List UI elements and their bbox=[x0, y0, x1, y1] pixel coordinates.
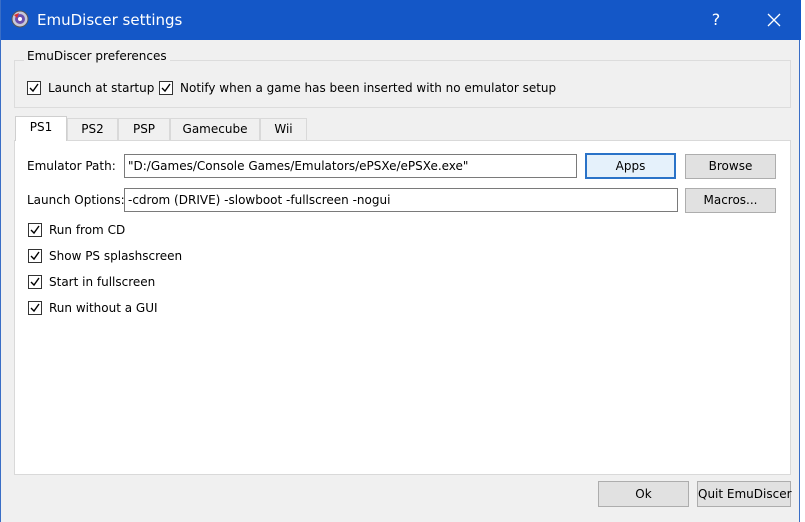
title-bar[interactable]: EmuDiscer settings ? bbox=[1, 0, 801, 40]
checkmark-icon bbox=[30, 277, 40, 287]
checkbox-box[interactable] bbox=[27, 81, 41, 95]
show-splashscreen-label: Show PS splashscreen bbox=[49, 249, 183, 263]
launch-options-label: Launch Options: bbox=[27, 193, 125, 207]
ok-button[interactable]: Ok bbox=[598, 481, 689, 507]
tab-ps1[interactable]: PS1 bbox=[15, 116, 67, 141]
window-title: EmuDiscer settings bbox=[37, 11, 183, 29]
checkbox-box[interactable] bbox=[28, 223, 42, 237]
checkbox-box[interactable] bbox=[159, 81, 173, 95]
help-button[interactable]: ? bbox=[701, 8, 731, 32]
emulator-path-input[interactable]: "D:/Games/Console Games/Emulators/ePSXe/… bbox=[124, 154, 577, 178]
checkbox-box[interactable] bbox=[28, 275, 42, 289]
macros-button[interactable]: Macros... bbox=[685, 188, 776, 213]
checkmark-icon bbox=[30, 303, 40, 313]
tab-wii[interactable]: Wii bbox=[260, 118, 307, 140]
tab-gamecube[interactable]: Gamecube bbox=[170, 118, 260, 140]
browse-button[interactable]: Browse bbox=[685, 154, 776, 179]
checkmark-icon bbox=[30, 225, 40, 235]
close-icon bbox=[767, 13, 781, 27]
run-without-gui-label: Run without a GUI bbox=[49, 301, 158, 315]
notify-no-emulator-checkbox[interactable]: Notify when a game has been inserted wit… bbox=[159, 81, 556, 95]
emulator-path-label: Emulator Path: bbox=[27, 159, 116, 173]
apps-button[interactable]: Apps bbox=[585, 153, 676, 179]
quit-button[interactable]: Quit EmuDiscer bbox=[697, 481, 792, 507]
start-fullscreen-label: Start in fullscreen bbox=[49, 275, 156, 289]
launch-at-startup-checkbox[interactable]: Launch at startup bbox=[27, 81, 154, 95]
settings-window: EmuDiscer settings ? EmuDiscer preferenc… bbox=[0, 0, 801, 522]
checkmark-icon bbox=[29, 83, 39, 93]
tab-ps2[interactable]: PS2 bbox=[67, 118, 118, 140]
app-disc-icon bbox=[11, 10, 29, 28]
close-button[interactable] bbox=[759, 8, 789, 32]
preferences-group-title: EmuDiscer preferences bbox=[24, 49, 170, 63]
launch-at-startup-label: Launch at startup bbox=[48, 81, 155, 95]
start-fullscreen-checkbox[interactable]: Start in fullscreen bbox=[28, 275, 155, 289]
run-without-gui-checkbox[interactable]: Run without a GUI bbox=[28, 301, 158, 315]
launch-options-input[interactable]: -cdrom (DRIVE) -slowboot -fullscreen -no… bbox=[124, 188, 678, 212]
notify-no-emulator-label: Notify when a game has been inserted wit… bbox=[180, 81, 557, 95]
checkmark-icon bbox=[161, 83, 171, 93]
background-window-edge bbox=[800, 0, 805, 522]
checkmark-icon bbox=[30, 251, 40, 261]
tab-psp[interactable]: PSP bbox=[118, 118, 170, 140]
checkbox-box[interactable] bbox=[28, 301, 42, 315]
checkbox-box[interactable] bbox=[28, 249, 42, 263]
run-from-cd-label: Run from CD bbox=[49, 223, 126, 237]
show-splashscreen-checkbox[interactable]: Show PS splashscreen bbox=[28, 249, 182, 263]
run-from-cd-checkbox[interactable]: Run from CD bbox=[28, 223, 125, 237]
